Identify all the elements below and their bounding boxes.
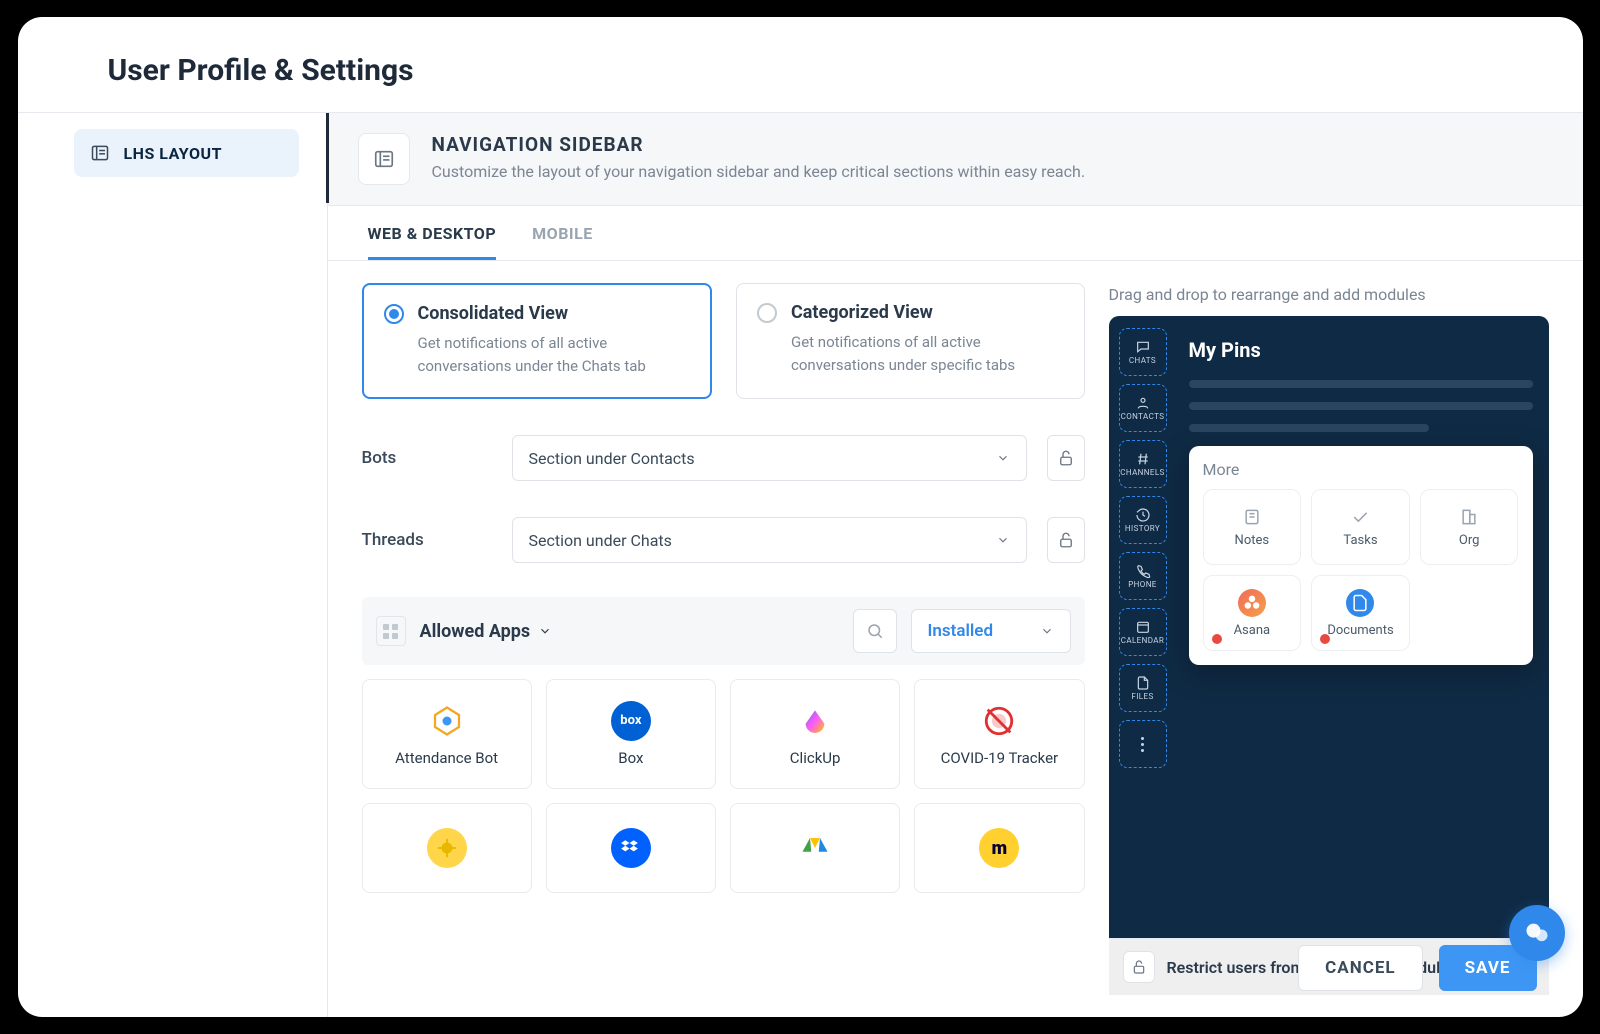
placeholder-line — [1189, 424, 1430, 432]
remove-dot-icon[interactable] — [1212, 634, 1222, 644]
attendance-bot-icon — [427, 701, 467, 741]
app-covid19[interactable] — [362, 803, 532, 893]
preview-pins-title: My Pins — [1189, 338, 1533, 362]
module-files[interactable]: FILES — [1119, 664, 1167, 712]
radio-icon — [757, 303, 777, 323]
apps-filter-select[interactable]: Installed — [911, 609, 1071, 653]
threads-lock-button[interactable] — [1047, 517, 1085, 563]
cancel-button[interactable]: CANCEL — [1298, 945, 1422, 991]
more-asana[interactable]: Asana — [1203, 575, 1302, 651]
tab-mobile[interactable]: MOBILE — [532, 206, 593, 260]
more-label: More — [1203, 460, 1519, 479]
module-contacts[interactable]: CONTACTS — [1119, 384, 1167, 432]
dropbox-icon — [611, 828, 651, 868]
view-desc: Get notifications of all active conversa… — [384, 332, 691, 377]
threads-value: Section under Chats — [529, 531, 672, 550]
app-box[interactable]: box Box — [546, 679, 716, 789]
tab-web-desktop[interactable]: WEB & DESKTOP — [368, 206, 497, 260]
view-title: Categorized View — [791, 302, 933, 323]
restrict-lock-button[interactable] — [1123, 951, 1155, 983]
asana-icon — [1238, 589, 1266, 617]
tasks-icon — [1350, 507, 1370, 527]
hash-icon — [1135, 451, 1151, 467]
app-covid-tracker[interactable]: COVID-19 Tracker — [914, 679, 1084, 789]
sidebar-item-label: LHS LAYOUT — [124, 144, 222, 163]
chat-fab[interactable] — [1509, 905, 1565, 961]
more-documents[interactable]: Documents — [1311, 575, 1410, 651]
unlock-icon — [1057, 449, 1075, 467]
more-org[interactable]: Org — [1420, 489, 1519, 565]
sidebar-layout-icon — [358, 133, 410, 185]
contacts-icon — [1135, 395, 1151, 411]
org-icon — [1459, 507, 1479, 527]
app-miro[interactable]: m — [914, 803, 1084, 893]
more-tasks[interactable]: Tasks — [1311, 489, 1410, 565]
layout-icon — [90, 143, 110, 163]
google-drive-icon — [795, 828, 835, 868]
search-icon — [866, 622, 884, 640]
calendar-icon — [1135, 619, 1151, 635]
unlock-icon — [1131, 959, 1147, 975]
bots-select[interactable]: Section under Contacts — [512, 435, 1027, 481]
more-dots-icon — [1141, 737, 1144, 752]
remove-dot-icon[interactable] — [1320, 634, 1330, 644]
app-attendance-bot[interactable]: Attendance Bot — [362, 679, 532, 789]
chat-icon — [1135, 339, 1151, 355]
more-panel: More Notes Tasks — [1189, 446, 1533, 665]
platform-tabs: WEB & DESKTOP MOBILE — [328, 206, 1583, 261]
section-title: NAVIGATION SIDEBAR — [432, 133, 1086, 156]
unlock-icon — [1057, 531, 1075, 549]
placeholder-line — [1189, 402, 1533, 410]
view-consolidated[interactable]: Consolidated View Get notifications of a… — [362, 283, 713, 399]
clickup-icon — [795, 701, 835, 741]
chevron-down-icon — [996, 533, 1010, 547]
chevron-down-icon — [538, 624, 552, 638]
allowed-apps-toggle[interactable]: Allowed Apps — [420, 621, 553, 642]
module-chats[interactable]: CHATS — [1119, 328, 1167, 376]
view-title: Consolidated View — [418, 303, 569, 324]
box-icon: box — [611, 701, 651, 741]
notes-icon — [1242, 507, 1262, 527]
covid-tracker-icon — [979, 701, 1019, 741]
files-icon — [1135, 675, 1151, 691]
settings-sidebar: LHS LAYOUT — [18, 113, 328, 1017]
chevron-down-icon — [1040, 624, 1054, 638]
bots-lock-button[interactable] — [1047, 435, 1085, 481]
chat-bubbles-icon — [1523, 919, 1551, 947]
chevron-down-icon — [996, 451, 1010, 465]
module-phone[interactable]: PHONE — [1119, 552, 1167, 600]
module-channels[interactable]: CHANNELS — [1119, 440, 1167, 488]
radio-icon — [384, 304, 404, 324]
module-history[interactable]: HISTORY — [1119, 496, 1167, 544]
app-clickup[interactable]: ClickUp — [730, 679, 900, 789]
view-categorized[interactable]: Categorized View Get notifications of al… — [736, 283, 1085, 399]
threads-label: Threads — [362, 530, 492, 550]
bots-value: Section under Contacts — [529, 449, 695, 468]
grid-icon — [376, 616, 406, 646]
placeholder-line — [1189, 380, 1533, 388]
bots-label: Bots — [362, 448, 492, 468]
history-icon — [1135, 507, 1151, 523]
phone-icon — [1135, 563, 1151, 579]
apps-search-button[interactable] — [853, 609, 897, 653]
miro-icon: m — [979, 828, 1019, 868]
covid19-icon — [427, 828, 467, 868]
documents-icon — [1346, 589, 1374, 617]
section-subtitle: Customize the layout of your navigation … — [432, 162, 1086, 181]
app-dropbox[interactable] — [546, 803, 716, 893]
sidebar-preview: CHATS CONTACTS CHANNELS — [1109, 316, 1549, 938]
preview-hint: Drag and drop to rearrange and add modul… — [1109, 285, 1549, 304]
settings-window: User Profile & Settings LHS LAYOUT NAVIG… — [18, 17, 1583, 1017]
section-header: NAVIGATION SIDEBAR Customize the layout … — [328, 113, 1583, 206]
more-notes[interactable]: Notes — [1203, 489, 1302, 565]
module-more[interactable] — [1119, 720, 1167, 768]
page-title: User Profile & Settings — [108, 53, 1535, 88]
app-google-drive[interactable] — [730, 803, 900, 893]
threads-select[interactable]: Section under Chats — [512, 517, 1027, 563]
page-header: User Profile & Settings — [18, 17, 1583, 112]
view-desc: Get notifications of all active conversa… — [757, 331, 1064, 376]
module-calendar[interactable]: CALENDAR — [1119, 608, 1167, 656]
sidebar-item-lhs-layout[interactable]: LHS LAYOUT — [74, 129, 299, 177]
